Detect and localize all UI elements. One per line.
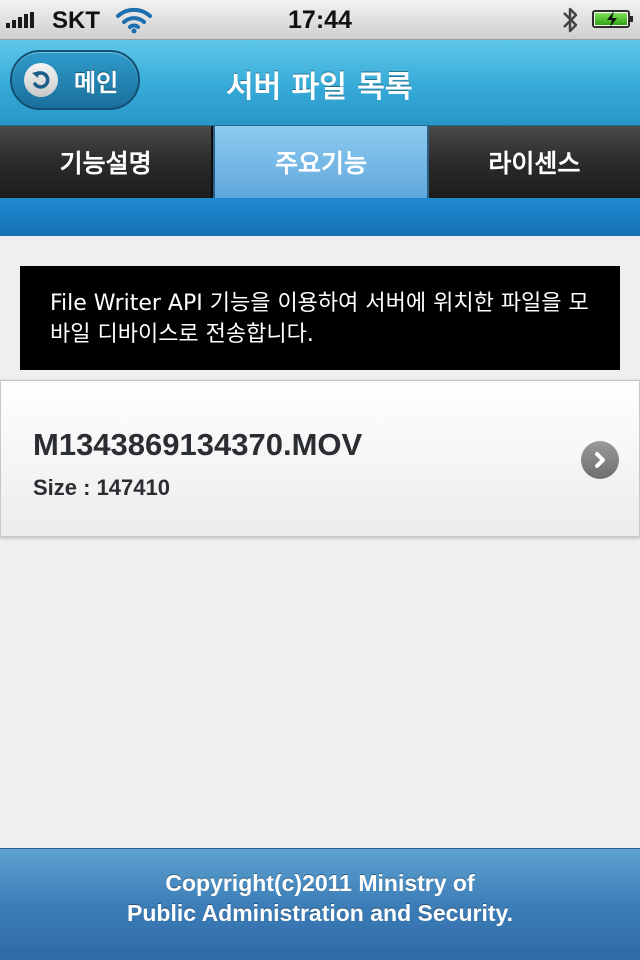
navigation-bar: 메인 서버 파일 목록: [0, 40, 640, 126]
back-button-label: 메인: [74, 68, 119, 97]
file-size: Size : 147410: [33, 475, 170, 500]
file-list-item[interactable]: M1343869134370.MOV Size : 147410: [0, 380, 640, 537]
chevron-right-icon[interactable]: [581, 441, 619, 479]
clock: 17:44: [288, 6, 352, 34]
tab-license[interactable]: 라이센스: [428, 126, 640, 198]
battery-icon: [592, 10, 633, 28]
description-box: File Writer API 기능을 이용하여 서버에 위치한 파일을 모바일…: [20, 266, 620, 370]
footer-copyright: Copyright(c)2011 Ministry of Public Admi…: [0, 848, 640, 960]
back-arrow-icon: [24, 63, 58, 97]
file-name: M1343869134370.MOV: [33, 427, 363, 462]
footer-line-2: Public Administration and Security.: [127, 900, 513, 926]
tab-main-features[interactable]: 주요기능: [213, 126, 429, 198]
tab-feature-description[interactable]: 기능설명: [0, 126, 214, 198]
header-divider-strip: [0, 198, 640, 236]
back-button[interactable]: 메인: [10, 50, 140, 110]
bluetooth-icon: [560, 4, 580, 41]
tab-bar: 기능설명 주요기능 라이센스: [0, 126, 640, 198]
footer-line-1: Copyright(c)2011 Ministry of: [165, 870, 475, 896]
page-title: 서버 파일 목록: [226, 70, 413, 105]
status-bar: SKT 17:44: [0, 0, 640, 40]
